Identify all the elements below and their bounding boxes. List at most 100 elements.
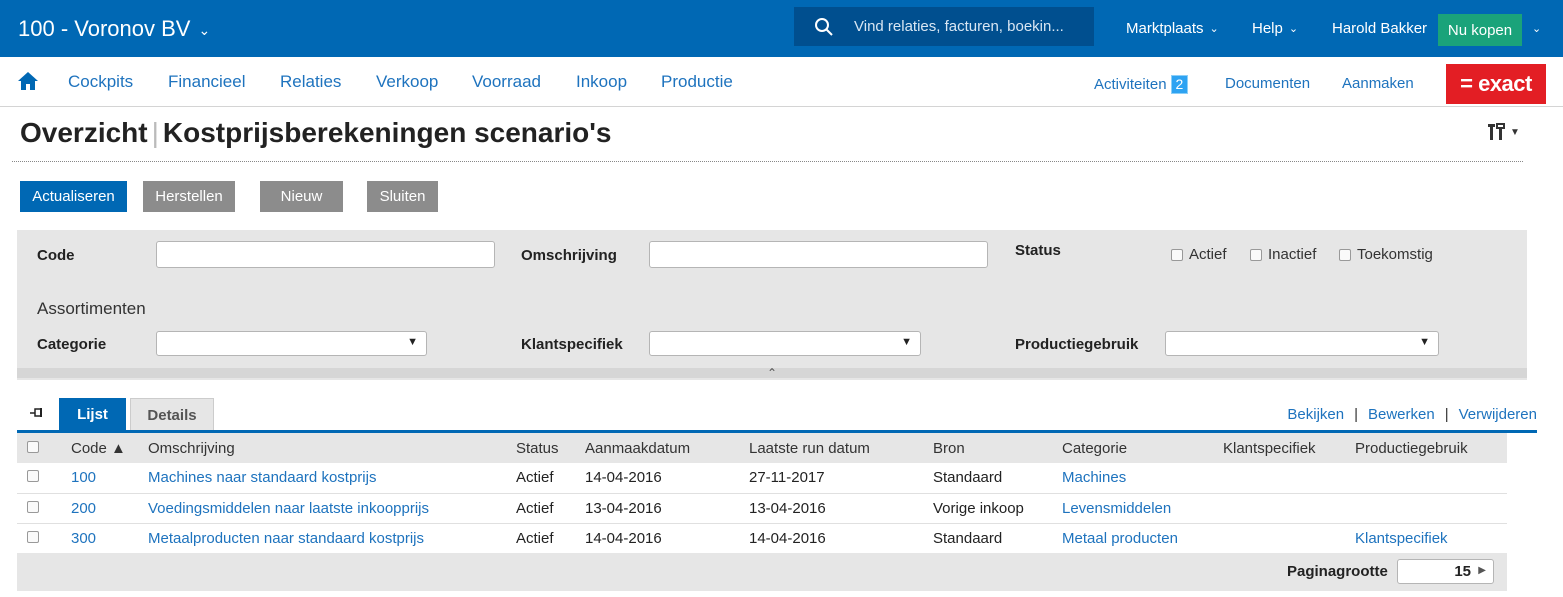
verwijderen-link[interactable]: Verwijderen [1459,406,1537,423]
row-checkbox[interactable] [27,470,39,483]
checkbox[interactable] [1250,248,1262,261]
col-aanmaakdatum[interactable]: Aanmaakdatum [585,433,749,463]
cell-omschrijving[interactable]: Machines naar standaard kostprijs [148,463,516,494]
cell-status: Actief [516,493,585,524]
cell-omschrijving[interactable]: Metaalproducten naar standaard kostprijs [148,523,516,554]
col-code[interactable]: Code ▲ [71,433,148,463]
documenten-link[interactable]: Documenten [1225,75,1310,92]
actualiseren-button[interactable]: Actualiseren [20,181,127,212]
home-icon[interactable] [17,71,39,96]
klantspecifiek-select[interactable]: ▼ [649,331,921,356]
table-row[interactable]: 100 Machines naar standaard kostprijs Ac… [17,463,1507,494]
marktplaats-menu[interactable]: Marktplaats ⌄ [1126,20,1219,37]
pin-icon[interactable] [30,406,44,424]
exact-logo[interactable]: = exact [1446,64,1546,104]
chevron-down-icon[interactable]: ⌄ [1532,22,1541,35]
chevron-down-icon: ⌄ [1209,23,1219,35]
code-input[interactable] [156,241,495,268]
search-input[interactable] [854,18,1084,35]
aanmaken-link[interactable]: Aanmaken [1342,75,1414,92]
bewerken-link[interactable]: Bewerken [1368,406,1435,423]
cell-productiegebruik[interactable] [1355,463,1507,494]
nav-voorraad[interactable]: Voorraad [472,72,541,92]
collapse-filters-handle[interactable]: ⌃ [17,366,1527,380]
title-divider [12,161,1523,162]
productiegebruik-select[interactable]: ▼ [1165,331,1439,356]
assortimenten-heading: Assortimenten [37,299,146,318]
col-bron[interactable]: Bron [933,433,1062,463]
status-toekomstig-checkbox[interactable]: Toekomstig [1339,246,1433,263]
cell-categorie[interactable]: Levensmiddelen [1062,493,1223,524]
cell-code[interactable]: 200 [71,493,148,524]
table-row[interactable]: 200 Voedingsmiddelen naar laatste inkoop… [17,493,1507,524]
cell-categorie[interactable]: Metaal producten [1062,523,1223,554]
sluiten-button[interactable]: Sluiten [367,181,438,212]
herstellen-button[interactable]: Herstellen [143,181,235,212]
cell-klantspecifiek [1223,463,1355,494]
buy-now-button[interactable]: Nu kopen [1438,14,1522,46]
help-menu[interactable]: Help ⌄ [1252,20,1298,37]
tools-menu[interactable]: ▼ [1488,122,1520,142]
chevron-down-icon: ▼ [1510,126,1520,138]
main-nav: Cockpits Financieel Relaties Verkoop Voo… [0,57,1563,107]
select-all-checkbox[interactable] [27,440,39,453]
cell-omschrijving[interactable]: Voedingsmiddelen naar laatste inkoopprij… [148,493,516,524]
cell-status: Actief [516,523,585,554]
col-categorie[interactable]: Categorie [1062,433,1223,463]
checkbox[interactable] [1339,248,1351,261]
nav-verkoop[interactable]: Verkoop [376,72,438,92]
nieuw-button[interactable]: Nieuw [260,181,343,212]
tab-details[interactable]: Details [130,398,214,431]
top-bar: 100 - Voronov BV ⌄ Marktplaats ⌄ Help ⌄ … [0,0,1563,57]
global-search[interactable] [794,7,1094,46]
bekijken-link[interactable]: Bekijken [1287,406,1344,423]
page-size-select[interactable]: 15 ▶ [1397,559,1494,584]
status-actief-checkbox[interactable]: Actief [1171,246,1227,263]
row-select-cell [17,463,71,494]
chevron-down-icon: ⌄ [198,22,211,38]
cell-categorie[interactable]: Machines [1062,463,1223,494]
company-selector[interactable]: 100 - Voronov BV ⌄ [18,16,210,42]
status-inactief-label: Inactief [1268,246,1317,263]
nav-relaties[interactable]: Relaties [280,72,341,92]
cell-aanmaakdatum: 13-04-2016 [585,493,749,524]
checkbox[interactable] [1171,248,1183,261]
nav-financieel[interactable]: Financieel [168,72,246,92]
tools-icon [1488,123,1505,140]
status-inactief-checkbox[interactable]: Inactief [1250,246,1316,263]
row-select-cell [17,493,71,524]
filter-panel: Code Omschrijving Status Actief Inactief… [17,230,1527,380]
nav-inkoop[interactable]: Inkoop [576,72,627,92]
col-status[interactable]: Status [516,433,585,463]
company-name: 100 - Voronov BV [18,16,191,41]
row-checkbox[interactable] [27,530,39,543]
tab-lijst[interactable]: Lijst [59,398,126,431]
categorie-select[interactable]: ▼ [156,331,427,356]
cell-aanmaakdatum: 14-04-2016 [585,463,749,494]
status-label: Status [1015,242,1061,259]
title-overzicht: Overzicht [20,117,148,148]
row-checkbox[interactable] [27,500,39,513]
cell-code[interactable]: 100 [71,463,148,494]
activiteiten-count-badge: 2 [1170,75,1189,94]
table-row[interactable]: 300 Metaalproducten naar standaard kostp… [17,523,1507,554]
cell-status: Actief [516,463,585,494]
nav-cockpits[interactable]: Cockpits [68,72,133,92]
code-label: Code [37,247,75,264]
col-laatste-run-datum[interactable]: Laatste run datum [749,433,933,463]
cell-klantspecifiek [1223,523,1355,554]
omschrijving-input[interactable] [649,241,988,268]
col-omschrijving[interactable]: Omschrijving [148,433,516,463]
col-productiegebruik[interactable]: Productiegebruik [1355,433,1507,463]
cell-bron: Vorige inkoop [933,493,1062,524]
cell-productiegebruik[interactable]: Klantspecifiek [1355,523,1507,554]
activiteiten-link[interactable]: Activiteiten 2 [1094,75,1189,94]
cell-productiegebruik[interactable] [1355,493,1507,524]
page-size-label: Paginagrootte [1287,563,1388,580]
cell-code[interactable]: 300 [71,523,148,554]
user-menu[interactable]: Harold Bakker [1332,20,1427,37]
nav-productie[interactable]: Productie [661,72,733,92]
omschrijving-label: Omschrijving [521,247,617,264]
col-klantspecifiek[interactable]: Klantspecifiek [1223,433,1355,463]
user-name: Harold Bakker [1332,20,1428,37]
